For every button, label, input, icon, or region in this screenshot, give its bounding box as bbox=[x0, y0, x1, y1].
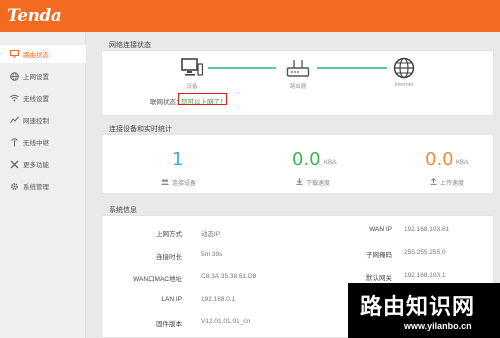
router-icon bbox=[286, 59, 310, 84]
sidebar-item-label: 更多功能 bbox=[23, 162, 49, 169]
system-info-label: 默认网关 bbox=[366, 275, 392, 282]
router-node-label: 路由器 bbox=[289, 84, 307, 90]
system-info-label: 子网掩码 bbox=[366, 252, 392, 259]
watermark-url: www.yilanbo.cn bbox=[404, 321, 472, 331]
sidebar-item-router-status[interactable]: 路由状态 bbox=[0, 45, 86, 63]
system-info-label: 连接时长 bbox=[156, 254, 182, 261]
device-node-label: 设备 bbox=[186, 84, 198, 90]
system-section-title: 系统信息 bbox=[109, 207, 137, 214]
system-info-value: V12.01.01.01_cn bbox=[201, 318, 251, 325]
users-icon bbox=[161, 178, 169, 187]
sidebar-nav: 路由状态 上网设置 无线设置 网速控制 无线中继 更多功能 系统管理 bbox=[0, 32, 86, 338]
device-icon bbox=[181, 58, 204, 83]
connected-devices-label: 连接设备 bbox=[161, 178, 196, 187]
sidebar-item-label: 上网设置 bbox=[23, 74, 49, 81]
sidebar-item-label: 路由状态 bbox=[23, 52, 49, 59]
download-speed-value: 0.0 bbox=[292, 149, 321, 170]
system-info-value: 192.168.103.61 bbox=[404, 226, 450, 233]
speed-icon bbox=[10, 116, 19, 125]
globe-icon bbox=[10, 71, 19, 81]
connection-section-title: 网络连接状态 bbox=[109, 42, 151, 49]
system-info-value: 5m 39s bbox=[201, 251, 223, 258]
sidebar-item-label: 无线中继 bbox=[23, 140, 49, 147]
system-info-value: 192.168.103.1 bbox=[404, 272, 446, 279]
sidebar-item-more-features[interactable]: 更多功能 bbox=[0, 155, 86, 173]
system-info-label: 固件版本 bbox=[156, 321, 182, 328]
tools-icon bbox=[10, 160, 19, 169]
top-header-bar: Tenda bbox=[0, 0, 500, 32]
system-info-label: LAN IP bbox=[161, 296, 182, 303]
system-info-value: 192.168.0.1 bbox=[201, 296, 236, 303]
sidebar-item-wireless-settings[interactable]: 无线设置 bbox=[0, 89, 86, 107]
upload-speed-label: 上传速度 bbox=[430, 177, 464, 187]
system-info-label: WAN口MAC地址 bbox=[133, 276, 182, 283]
watermark-text: 路由知识网 bbox=[360, 295, 476, 320]
internet-node-label: Internet bbox=[394, 82, 414, 88]
router-internet-link bbox=[317, 67, 387, 69]
download-speed-label: 下载速度 bbox=[296, 178, 330, 187]
system-info-value: 255.255.255.0 bbox=[404, 249, 446, 256]
sidebar-item-label: 系统管理 bbox=[23, 184, 49, 191]
system-info-value: 动态IP bbox=[201, 231, 221, 238]
relay-icon bbox=[10, 137, 19, 147]
upload-speed-value: 0.0 bbox=[425, 149, 454, 170]
download-icon bbox=[296, 178, 303, 187]
monitor-icon bbox=[10, 50, 19, 59]
stats-section-title: 连接设备和实时统计 bbox=[109, 126, 172, 133]
status-highlight-box bbox=[178, 93, 227, 105]
tenda-logo: Tenda bbox=[7, 6, 62, 26]
upload-icon bbox=[430, 177, 437, 187]
wifi-icon bbox=[10, 94, 19, 103]
gear-icon bbox=[10, 182, 19, 191]
site-watermark: 路由知识网 www.yilanbo.cn bbox=[348, 283, 500, 338]
device-router-link bbox=[208, 67, 276, 69]
sidebar-item-speed-control[interactable]: 网速控制 bbox=[0, 111, 86, 129]
sidebar-item-label: 网速控制 bbox=[23, 118, 49, 125]
system-info-value: C8:3A:35:38:61:D8 bbox=[201, 273, 257, 280]
sidebar-item-wireless-relay[interactable]: 无线中继 bbox=[0, 133, 86, 151]
system-info-label: WAN IP bbox=[369, 226, 392, 233]
upload-speed-unit: KB/s bbox=[456, 160, 469, 166]
download-speed-unit: KB/s bbox=[324, 160, 337, 166]
sidebar-item-internet-settings[interactable]: 上网设置 bbox=[0, 67, 86, 85]
connected-devices-count: 1 bbox=[172, 149, 184, 170]
system-info-label: 上网方式 bbox=[156, 231, 182, 238]
sidebar-item-label: 无线设置 bbox=[23, 96, 49, 103]
internet-globe-icon bbox=[393, 57, 415, 84]
sidebar-item-system-management[interactable]: 系统管理 bbox=[0, 177, 86, 195]
